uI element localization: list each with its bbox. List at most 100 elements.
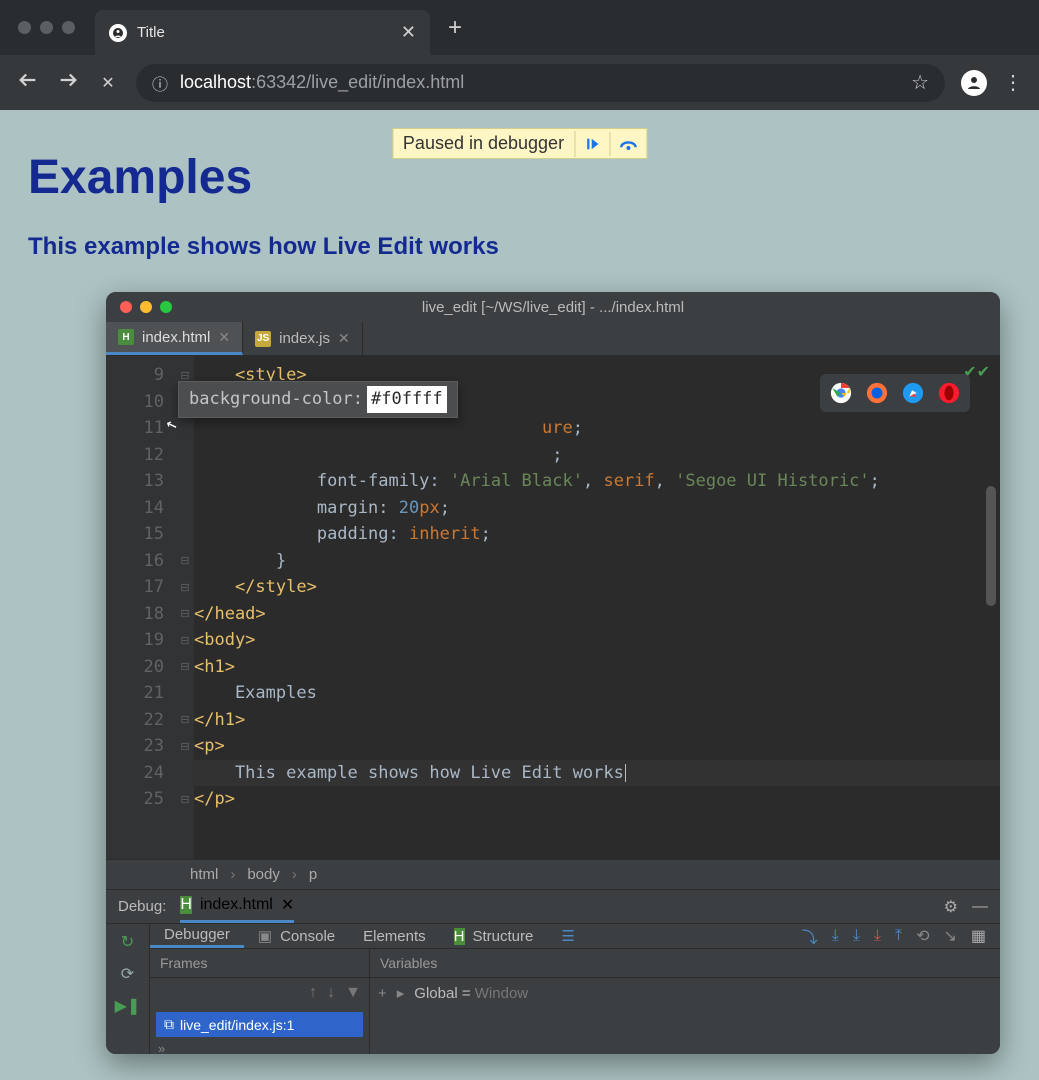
zoom-dot-icon[interactable]: [62, 21, 75, 34]
favicon-icon: [109, 24, 127, 42]
fold-icon[interactable]: ⊟: [176, 733, 194, 760]
update-icon[interactable]: ⟳: [121, 964, 134, 984]
stack-frame-icon: ⧉: [164, 1016, 174, 1033]
close-tab-icon[interactable]: ✕: [401, 22, 416, 43]
fold-icon[interactable]: ⊟: [176, 654, 194, 681]
filter-icon[interactable]: ▼: [345, 984, 361, 1002]
gear-icon[interactable]: ⚙: [944, 897, 958, 917]
breadcrumb[interactable]: html › body › p: [106, 859, 1000, 889]
drop-frame-icon[interactable]: ↘: [943, 926, 956, 946]
address-bar[interactable]: ⓘ localhost:63342/live_edit/index.html ☆: [136, 64, 945, 102]
frames-header: Frames: [150, 949, 369, 978]
evaluate-icon[interactable]: ⟲: [916, 926, 929, 946]
tab-label: index.js: [279, 330, 330, 347]
fold-end-icon[interactable]: ⊟: [176, 786, 194, 813]
resume-icon[interactable]: ▶❚: [115, 996, 141, 1016]
stop-icon[interactable]: ✕: [96, 73, 120, 93]
step-out-icon[interactable]: ⤓: [874, 927, 881, 945]
new-tab-button[interactable]: +: [430, 0, 480, 55]
breadcrumb-item[interactable]: body: [247, 866, 280, 883]
tab-elements[interactable]: Elements: [349, 924, 440, 948]
variable-name[interactable]: Global = Window: [414, 985, 528, 1002]
variables-header: Variables: [370, 949, 1000, 978]
force-step-into-icon[interactable]: ⤓: [853, 927, 860, 945]
variables-panel: Variables + ▸ Global = Window: [370, 949, 1000, 1054]
browser-tab[interactable]: Title ✕: [95, 10, 430, 55]
frames-panel: Frames ↑ ↓ ▼ ⧉ live_edit/index.js:1 »: [150, 949, 370, 1054]
debug-header: Debug: H index.html ✕ ⚙ —: [106, 890, 1000, 924]
html-file-icon: H: [118, 329, 134, 345]
chevron-right-icon: ›: [292, 866, 297, 883]
browser-tab-title: Title: [137, 24, 391, 41]
debug-label: Debug:: [118, 898, 166, 915]
rerun-icon[interactable]: ↻: [121, 932, 134, 952]
minimize-icon[interactable]: [140, 301, 152, 313]
vertical-scrollbar[interactable]: [986, 486, 996, 606]
breadcrumb-item[interactable]: html: [190, 866, 218, 883]
close-tab-icon[interactable]: ✕: [218, 329, 230, 346]
close-dot-icon[interactable]: [18, 21, 31, 34]
fold-end-icon[interactable]: ⊟: [176, 574, 194, 601]
zoom-icon[interactable]: [160, 301, 172, 313]
page-subheading: This example shows how Live Edit works: [0, 205, 1039, 261]
html-file-icon: H: [454, 928, 465, 945]
menu-icon[interactable]: ⋮: [1003, 70, 1023, 95]
ide-window-controls: [106, 301, 172, 313]
step-into-icon[interactable]: ⤓: [832, 927, 839, 945]
prev-frame-icon[interactable]: ↑: [309, 984, 317, 1002]
step-over-icon[interactable]: ⤵: [802, 924, 818, 948]
tab-index-html[interactable]: H index.html ✕: [106, 322, 243, 355]
expand-icon[interactable]: ▸: [397, 984, 405, 1002]
line-number-gutter[interactable]: 9 10 11 12 13 14 15 16 17 18 19 20 21 22…: [106, 356, 176, 859]
editor-tabs: H index.html ✕ JS index.js ✕: [106, 322, 1000, 356]
resume-script-icon[interactable]: [574, 131, 609, 157]
add-watch-icon[interactable]: +: [378, 985, 387, 1002]
tab-structure[interactable]: HStructure: [440, 924, 548, 948]
ide-window: live_edit [~/WS/live_edit] - .../index.h…: [106, 292, 1000, 1054]
layout-icon[interactable]: ☰: [547, 924, 588, 948]
stack-frame[interactable]: ⧉ live_edit/index.js:1: [156, 1012, 363, 1037]
fold-end-icon[interactable]: ⊟: [176, 707, 194, 734]
close-icon[interactable]: [120, 301, 132, 313]
debugger-banner-text: Paused in debugger: [393, 129, 574, 158]
minimize-dot-icon[interactable]: [40, 21, 53, 34]
tab-console[interactable]: ▣Console: [244, 924, 349, 948]
step-over-banner-icon[interactable]: [609, 132, 646, 156]
breadcrumb-item[interactable]: p: [309, 866, 317, 883]
bookmark-icon[interactable]: ☆: [911, 70, 929, 95]
run-to-cursor-icon[interactable]: ⤒: [895, 927, 902, 945]
debug-tabs: Debugger ▣Console Elements HStructure ☰ …: [150, 924, 1000, 949]
html-file-icon: H: [180, 896, 192, 914]
next-frame-icon[interactable]: ↓: [327, 984, 335, 1002]
ide-titlebar[interactable]: live_edit [~/WS/live_edit] - .../index.h…: [106, 292, 1000, 322]
url-path: :63342/live_edit/index.html: [251, 72, 464, 92]
more-icon[interactable]: »: [150, 1041, 369, 1054]
forward-icon[interactable]: [56, 69, 80, 96]
fold-icon[interactable]: ⊟: [176, 627, 194, 654]
fold-end-icon[interactable]: ⊟: [176, 601, 194, 628]
minimize-panel-icon[interactable]: —: [972, 898, 988, 916]
editor[interactable]: ✔✔ 9 10 11 12 13 14 15 16 17 18 19 20 21…: [106, 356, 1000, 859]
tab-label: index.html: [142, 329, 210, 346]
browser-toolbar: ✕ ⓘ localhost:63342/live_edit/index.html…: [0, 55, 1039, 110]
js-file-icon: JS: [255, 331, 271, 347]
fold-end-icon[interactable]: ⊟: [176, 548, 194, 575]
chevron-right-icon: ›: [230, 866, 235, 883]
tab-index-js[interactable]: JS index.js ✕: [243, 322, 363, 355]
ide-title: live_edit [~/WS/live_edit] - .../index.h…: [422, 299, 684, 316]
url-host: localhost: [180, 72, 251, 92]
tab-debugger[interactable]: Debugger: [150, 924, 244, 948]
debug-session-tab[interactable]: H index.html ✕: [180, 890, 294, 923]
close-icon[interactable]: ✕: [281, 895, 294, 915]
browser-titlebar: Title ✕ +: [0, 0, 1039, 55]
calculator-icon[interactable]: ▦: [971, 926, 986, 946]
site-info-icon[interactable]: ⓘ: [152, 71, 168, 95]
window-controls: [0, 0, 95, 55]
profile-icon[interactable]: [961, 70, 987, 96]
debug-tool-window: Debug: H index.html ✕ ⚙ — ↻ ⟳ ▶❚ Debugge…: [106, 889, 1000, 1054]
hint-value: #f0ffff: [367, 386, 447, 413]
code-area[interactable]: background-color: #f0ffff ↖ <style> ure;…: [194, 356, 1000, 859]
back-icon[interactable]: [16, 69, 40, 96]
close-tab-icon[interactable]: ✕: [338, 330, 350, 347]
debug-session-label: index.html: [200, 896, 273, 914]
